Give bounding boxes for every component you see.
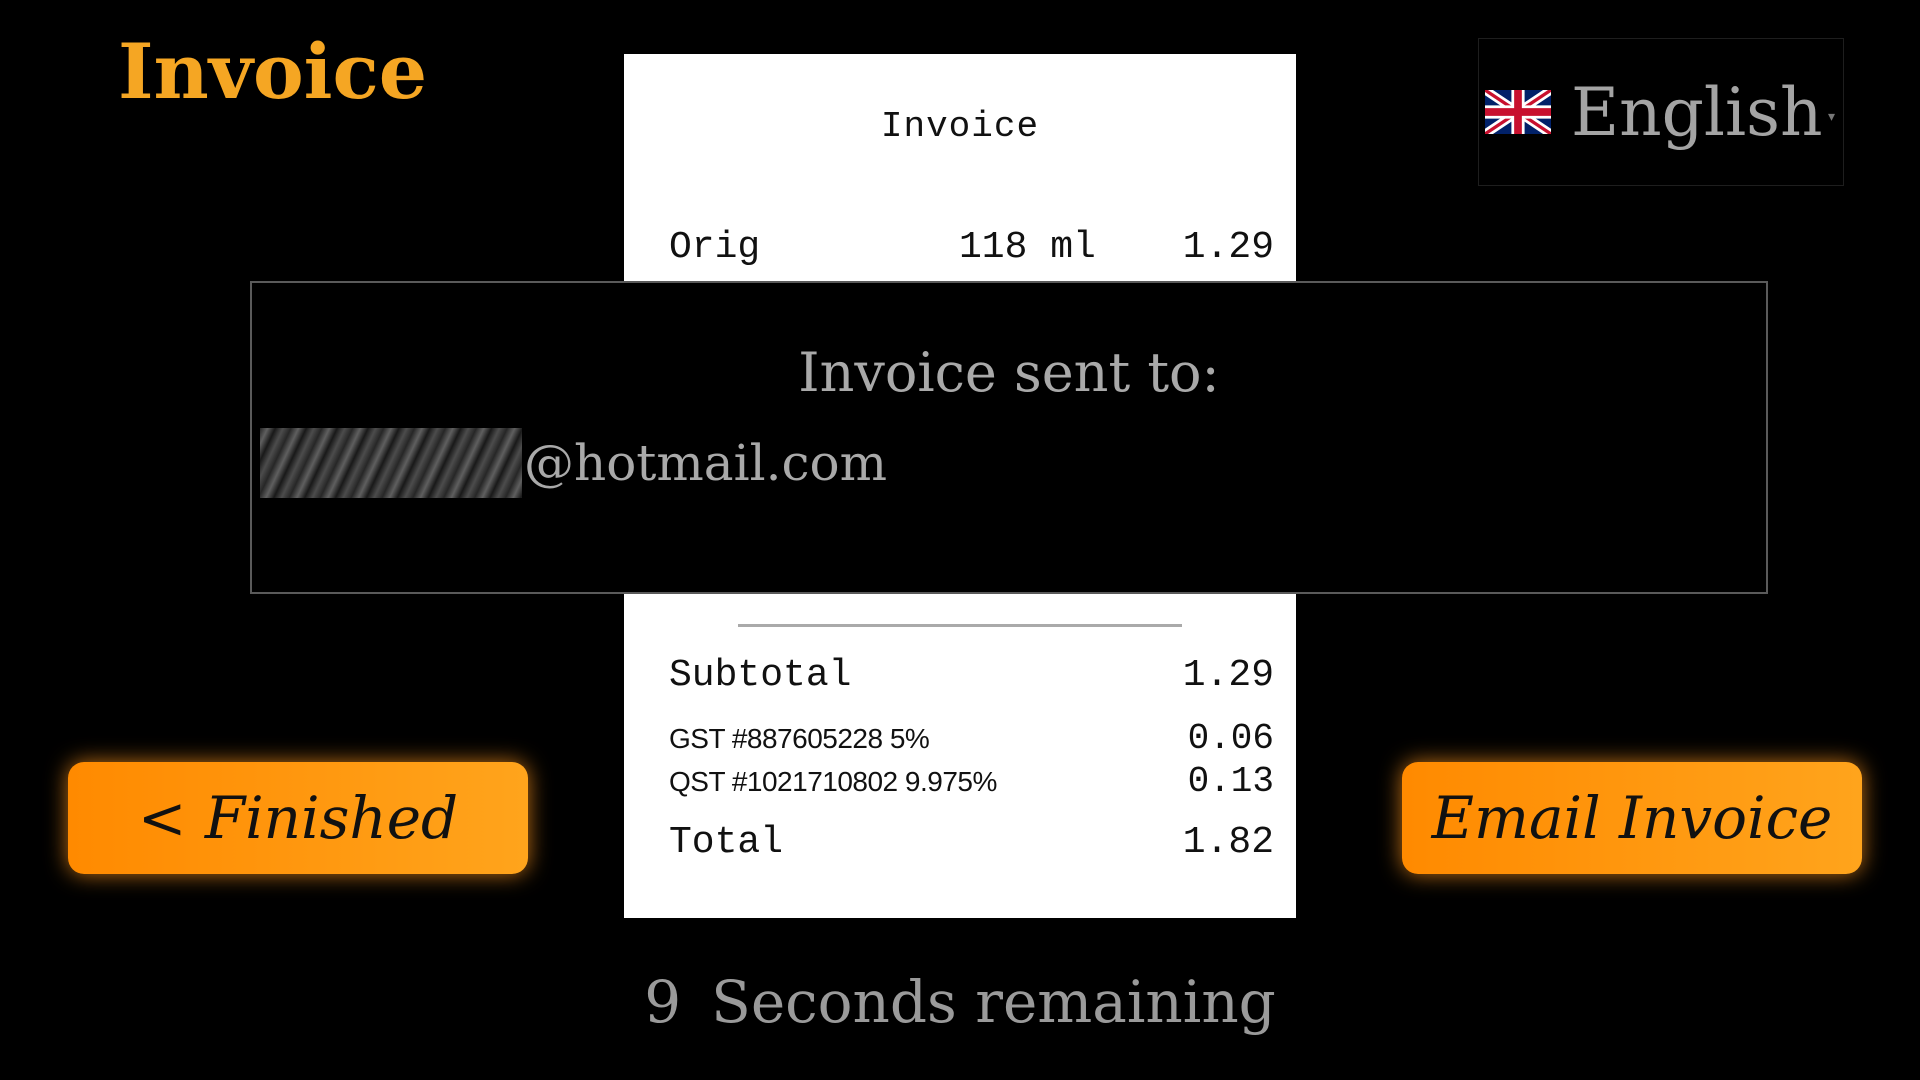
countdown: 9 Seconds remaining	[0, 968, 1920, 1036]
subtotal-label: Subtotal	[669, 654, 852, 697]
language-label: English	[1571, 73, 1823, 151]
recipient-email: @hotmail.com	[260, 428, 887, 498]
gst-value: 0.06	[1187, 718, 1274, 759]
item-name: Orig	[669, 226, 761, 269]
countdown-label: Seconds remaining	[711, 968, 1276, 1036]
dialog-heading: Invoice sent to:	[798, 341, 1220, 404]
email-domain: @hotmail.com	[524, 434, 888, 492]
qst-label: QST #1021710802 9.975%	[669, 766, 997, 797]
page-title: Invoice	[118, 27, 428, 116]
receipt-title: Invoice	[880, 106, 1040, 147]
subtotal-value: 1.29	[1182, 654, 1274, 697]
chevron-down-icon: ▾	[1827, 109, 1835, 125]
item-quantity: 118 ml	[959, 226, 1096, 269]
receipt-line-item: Orig 118 ml 1.29	[669, 226, 1274, 269]
receipt-total-row: Total 1.82	[669, 821, 1274, 864]
qst-value: 0.13	[1187, 761, 1274, 802]
receipt-gst-row: GST #887605228 5% 0.06	[669, 718, 1274, 759]
redacted-email-user	[260, 428, 522, 498]
finished-button[interactable]: < Finished	[68, 762, 528, 874]
countdown-seconds: 9	[644, 968, 682, 1036]
receipt-qst-row: QST #1021710802 9.975% 0.13	[669, 761, 1274, 802]
uk-flag-icon	[1485, 90, 1551, 134]
receipt-subtotal-row: Subtotal 1.29	[669, 654, 1274, 697]
total-value: 1.82	[1182, 821, 1274, 864]
invoice-screen: Invoice English ▾ Invoice Orig 118 ml 1.…	[0, 0, 1920, 1080]
receipt-divider	[738, 624, 1182, 627]
total-label: Total	[669, 821, 784, 864]
gst-label: GST #887605228 5%	[669, 723, 930, 754]
item-price: 1.29	[1182, 226, 1274, 269]
email-invoice-button[interactable]: Email Invoice	[1402, 762, 1862, 874]
invoice-sent-dialog: Invoice sent to: @hotmail.com	[250, 281, 1768, 594]
language-select[interactable]: English ▾	[1478, 38, 1844, 186]
